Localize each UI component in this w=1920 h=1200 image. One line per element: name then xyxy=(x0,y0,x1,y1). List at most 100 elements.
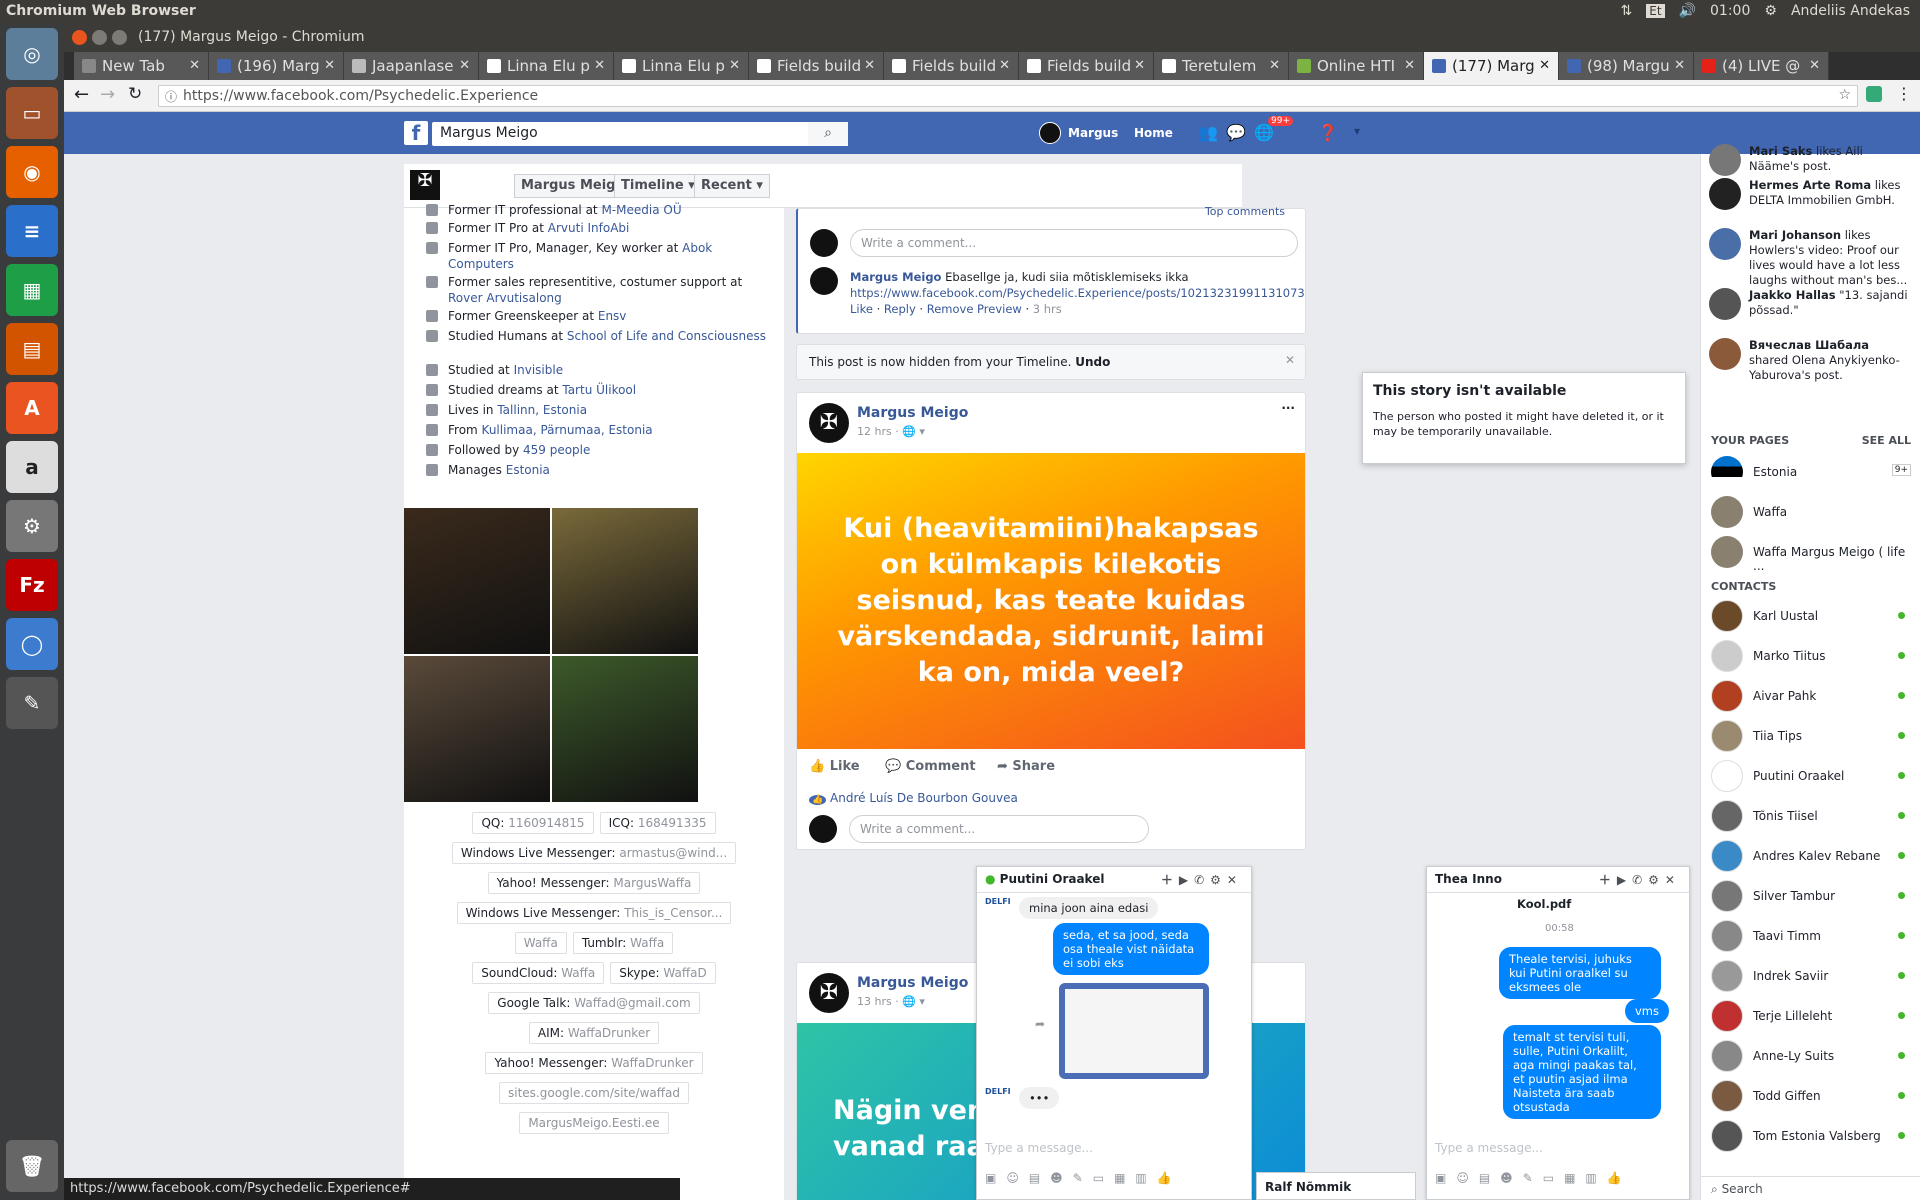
page-item[interactable]: Waffa xyxy=(1711,496,1911,528)
profile-photo-thumbnail[interactable] xyxy=(404,656,550,802)
network-icon[interactable]: ⇅ xyxy=(1621,3,1633,19)
trash-icon[interactable]: 🗑 xyxy=(6,1140,58,1192)
menu-icon[interactable]: ⋮ xyxy=(1896,84,1912,103)
contact-info-chip[interactable]: MargusMeigo.Eesti.ee xyxy=(519,1112,669,1134)
search-input[interactable]: Margus Meigo ⌕ xyxy=(432,122,848,146)
post-time[interactable]: 13 hrs · 🌐 ▾ xyxy=(857,995,925,1008)
contact-info-chip[interactable]: Yahoo! Messenger: WaffaDrunker xyxy=(485,1052,703,1074)
tab-close-icon[interactable]: ✕ xyxy=(1539,58,1550,73)
intro-link[interactable]: 459 people xyxy=(523,443,590,457)
contact-info-chip[interactable]: SoundCloud: Waffa xyxy=(472,962,605,984)
contact-item[interactable]: Tom Estonia Valsberg xyxy=(1711,1120,1911,1152)
page-item[interactable]: Estonia 9+ xyxy=(1711,456,1911,488)
intro-link[interactable]: School of Life and Consciousness xyxy=(567,329,766,343)
recent-button[interactable]: Recent ▾ xyxy=(694,174,770,198)
user-name[interactable]: Andeliis Andekas xyxy=(1791,3,1910,19)
intro-link[interactable]: Kullimaa, Pärnumaa, Estonia xyxy=(482,423,653,437)
settings-icon[interactable]: ⚙ xyxy=(1764,3,1777,19)
profile-avatar-small[interactable]: ✠ xyxy=(410,170,440,200)
post-author-avatar[interactable]: ✠ xyxy=(809,403,849,443)
tab-close-icon[interactable]: ✕ xyxy=(864,58,875,73)
intro-link[interactable]: Tallinn, Estonia xyxy=(497,403,587,417)
chat-header[interactable]: ● Puutini Oraakel ＋▶✆⚙✕ xyxy=(977,867,1251,893)
intro-link[interactable]: Invisible xyxy=(514,363,564,377)
filezilla-icon[interactable]: Fz xyxy=(6,559,58,611)
file-manager-icon[interactable]: ▭ xyxy=(6,87,58,139)
chat-search-input[interactable]: ⌕ Search xyxy=(1701,1176,1920,1200)
chat-toolbar[interactable]: ▣☺▤☻✎▭▦▥👍 xyxy=(1435,1171,1632,1185)
contact-item[interactable]: Tiia Tips xyxy=(1711,720,1911,752)
contact-info-chip[interactable]: ICQ: 168491335 xyxy=(599,812,716,834)
chat-title[interactable]: Thea Inno xyxy=(1435,872,1502,886)
chat-header[interactable]: Thea Inno ＋▶✆⚙✕ xyxy=(1427,867,1689,893)
chat-tab-ralf[interactable]: Ralf Nõmmik xyxy=(1256,1172,1416,1200)
messenger-icon[interactable]: 💬 xyxy=(1226,123,1246,142)
share-button[interactable]: ➦ Share xyxy=(997,759,1055,774)
browser-tab[interactable]: (177) Marg ✕ xyxy=(1424,52,1559,80)
tab-close-icon[interactable]: ✕ xyxy=(999,58,1010,73)
comment-like-link[interactable]: Like xyxy=(850,302,873,316)
ubuntu-dash-icon[interactable]: ◎ xyxy=(6,28,58,80)
profile-photo-thumbnail[interactable] xyxy=(552,508,698,654)
comment-button[interactable]: 💬 Comment xyxy=(885,759,976,774)
address-bar[interactable]: ⓘ https://www.facebook.com/Psychedelic.E… xyxy=(158,85,1858,107)
intro-link[interactable]: Ensv xyxy=(598,309,627,323)
tab-close-icon[interactable]: ✕ xyxy=(1269,58,1280,73)
volume-icon[interactable]: 🔊 xyxy=(1679,3,1696,19)
contact-info-chip[interactable]: Yahoo! Messenger: MargusWaffa xyxy=(487,872,701,894)
chat-input[interactable]: Type a message... xyxy=(985,1141,1093,1155)
contact-info-chip[interactable]: Windows Live Messenger: armastus@wind... xyxy=(451,842,737,864)
browser-tab[interactable]: Fields build ✕ xyxy=(884,52,1019,80)
comment-author[interactable]: Margus Meigo xyxy=(850,270,941,284)
tab-close-icon[interactable]: ✕ xyxy=(324,58,335,73)
top-comments-link[interactable]: Top comments xyxy=(1205,205,1285,218)
chat-header-icons[interactable]: ＋▶✆⚙✕ xyxy=(1161,871,1243,888)
intro-link[interactable]: Tartu Ülikool xyxy=(562,383,636,397)
browser-tab[interactable]: Jaapanlase ✕ xyxy=(344,52,479,80)
dismiss-close-icon[interactable]: ✕ xyxy=(1285,353,1295,367)
system-settings-icon[interactable]: ⚙ xyxy=(6,500,58,552)
file-attachment[interactable]: Kool.pdf xyxy=(1517,897,1571,911)
page-item[interactable]: Waffa Margus Meigo ( life ... xyxy=(1711,536,1911,573)
contact-item[interactable]: Anne-Ly Suits xyxy=(1711,1040,1911,1072)
text-editor-icon[interactable]: ✎ xyxy=(6,677,58,729)
extension-icon[interactable] xyxy=(1866,86,1882,102)
profile-link[interactable]: Margus xyxy=(1068,126,1118,140)
chat-input[interactable]: Type a message... xyxy=(1435,1141,1543,1155)
back-icon[interactable]: ← xyxy=(74,84,89,105)
contact-item[interactable]: Andres Kalev Rebane xyxy=(1711,840,1911,872)
comment-reply-link[interactable]: Reply xyxy=(884,302,916,316)
close-window-button[interactable] xyxy=(72,30,87,45)
tab-close-icon[interactable]: ✕ xyxy=(1404,58,1415,73)
post-options-icon[interactable]: ··· xyxy=(1281,401,1295,415)
minimize-window-button[interactable] xyxy=(92,30,107,45)
post-author[interactable]: Margus Meigo xyxy=(857,975,968,991)
amazon-icon[interactable]: a xyxy=(6,441,58,493)
intro-link[interactable]: Estonia xyxy=(506,463,550,477)
friend-requests-icon[interactable]: 👥 xyxy=(1198,123,1218,142)
browser-tab[interactable]: (4) LIVE @ ✕ xyxy=(1694,52,1829,80)
reload-icon[interactable]: ↻ xyxy=(128,84,142,104)
post-author[interactable]: Margus Meigo xyxy=(857,405,968,421)
contact-item[interactable]: Puutini Oraakel xyxy=(1711,760,1911,792)
facebook-logo-icon[interactable]: f xyxy=(404,121,428,145)
comment-input[interactable]: Write a comment... xyxy=(849,815,1149,843)
writer-icon[interactable]: ≡ xyxy=(6,205,58,257)
search-icon[interactable]: ⌕ xyxy=(808,122,848,146)
tab-close-icon[interactable]: ✕ xyxy=(1674,58,1685,73)
post-likes[interactable]: 👍 André Luís De Bourbon Gouvea xyxy=(809,791,1018,805)
forward-icon[interactable]: ➦ xyxy=(1035,1017,1045,1031)
chat-toolbar[interactable]: ▣☺▤☻✎▭▦▥👍 xyxy=(985,1171,1182,1185)
ticker-item[interactable]: Jaakko Hallas "13. sajandi põssad." xyxy=(1709,288,1909,320)
intro-link[interactable]: Arvuti InfoAbi xyxy=(548,221,630,235)
chat-header-icons[interactable]: ＋▶✆⚙✕ xyxy=(1599,871,1681,888)
browser-tab[interactable]: (98) Margu ✕ xyxy=(1559,52,1694,80)
thumbs-up-icon[interactable]: 👍 xyxy=(1607,1171,1632,1185)
ticker-item[interactable]: Mari Saks likes Aili Nääme's post. xyxy=(1709,144,1909,176)
contact-item[interactable]: Indrek Saviir xyxy=(1711,960,1911,992)
chromium-icon[interactable]: ◯ xyxy=(6,618,58,670)
keyboard-layout[interactable]: Et xyxy=(1646,4,1665,18)
ticker-item[interactable]: Mari Johanson likes Howlers's video: Pro… xyxy=(1709,228,1909,288)
profile-photo-thumbnail[interactable] xyxy=(552,656,698,802)
see-all-link[interactable]: SEE ALL xyxy=(1862,434,1911,447)
